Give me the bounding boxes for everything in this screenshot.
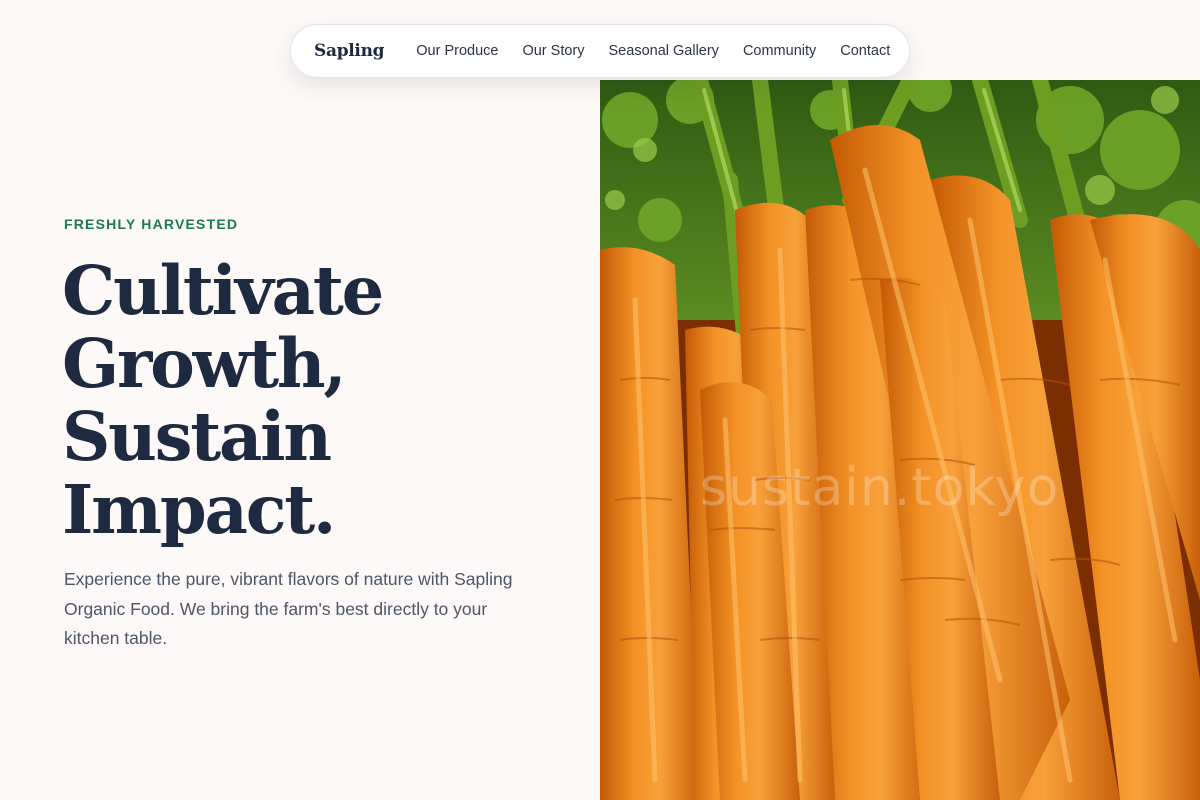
nav-link-community[interactable]: Community	[743, 43, 816, 59]
carrots-photo: sustain.tokyo	[600, 80, 1200, 800]
headline-line: Cultivate	[62, 251, 384, 330]
headline-line: Sustain	[62, 397, 332, 476]
nav-link-contact[interactable]: Contact	[840, 43, 890, 59]
top-nav: Sapling Our Produce Our Story Seasonal G…	[290, 24, 910, 78]
nav-link-our-produce[interactable]: Our Produce	[416, 43, 498, 59]
headline-line: Impact.	[62, 470, 336, 549]
brand-logo[interactable]: Sapling	[314, 41, 385, 61]
nav-links: Our Produce Our Story Seasonal Gallery C…	[416, 43, 890, 59]
nav-link-seasonal-gallery[interactable]: Seasonal Gallery	[609, 43, 719, 59]
hero-eyebrow: FRESHLY HARVESTED	[64, 216, 239, 232]
image-watermark: sustain.tokyo	[700, 458, 1060, 518]
hero-description: Experience the pure, vibrant flavors of …	[64, 569, 513, 648]
nav-link-our-story[interactable]: Our Story	[522, 43, 584, 59]
headline-line: Growth,	[62, 324, 347, 403]
hero-headline: Cultivate Growth, Sustain Impact.	[62, 254, 562, 546]
